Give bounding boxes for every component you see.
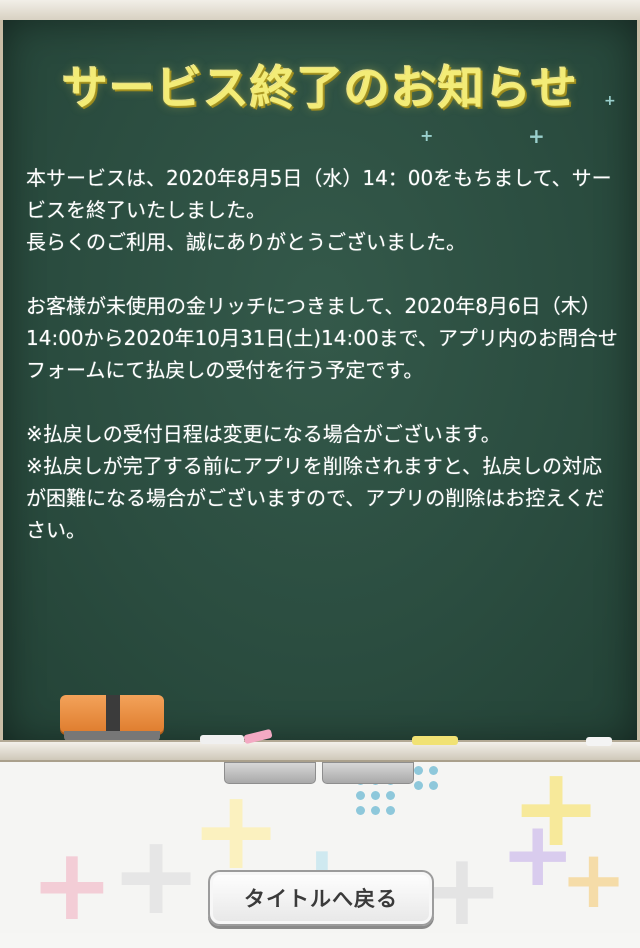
notice-body: 本サービスは、2020年8月5日（水）14：00をもちまして、サービスを終了いた…	[26, 162, 618, 546]
chalk-ledge	[0, 740, 640, 762]
notice-paragraph: ※払戻しの受付日程は変更になる場合がございます。	[26, 422, 501, 446]
back-to-title-label: タイトルへ戻る	[244, 887, 398, 911]
sparkle-icon: +	[604, 93, 616, 109]
plus-decoration-icon: +	[190, 766, 283, 894]
board-top-frame	[0, 0, 640, 22]
eraser-icon	[60, 695, 164, 743]
dot-grid-decoration	[414, 766, 438, 790]
plus-decoration-icon: +	[560, 833, 628, 926]
back-to-title-button[interactable]: タイトルへ戻る	[208, 870, 434, 926]
tray-bracket-left	[224, 762, 316, 784]
sparkle-icon: +	[528, 124, 545, 148]
notice-paragraph: お客様が未使用の金リッチにつきまして、2020年8月6日（木）14:00から20…	[26, 294, 618, 382]
plus-decoration-icon: +	[110, 811, 203, 939]
chalk-white-icon	[586, 737, 612, 746]
chalk-yellow-icon	[412, 736, 458, 745]
sparkle-icon: +	[420, 126, 434, 145]
notice-paragraph: ※払戻しが完了する前にアプリを削除されますと、払戻しの対応が困難になる場合がござ…	[26, 454, 605, 542]
notice-title: サービス終了のお知らせ	[61, 61, 579, 115]
tray-bracket-right	[322, 762, 414, 784]
notice-paragraph: 本サービスは、2020年8月5日（水）14：00をもちまして、サービスを終了いた…	[26, 166, 612, 222]
chalk-white-icon	[200, 735, 244, 744]
plus-decoration-icon: +	[30, 826, 114, 943]
notice-paragraph: 長らくのご利用、誠にありがとうございました。	[26, 230, 466, 254]
